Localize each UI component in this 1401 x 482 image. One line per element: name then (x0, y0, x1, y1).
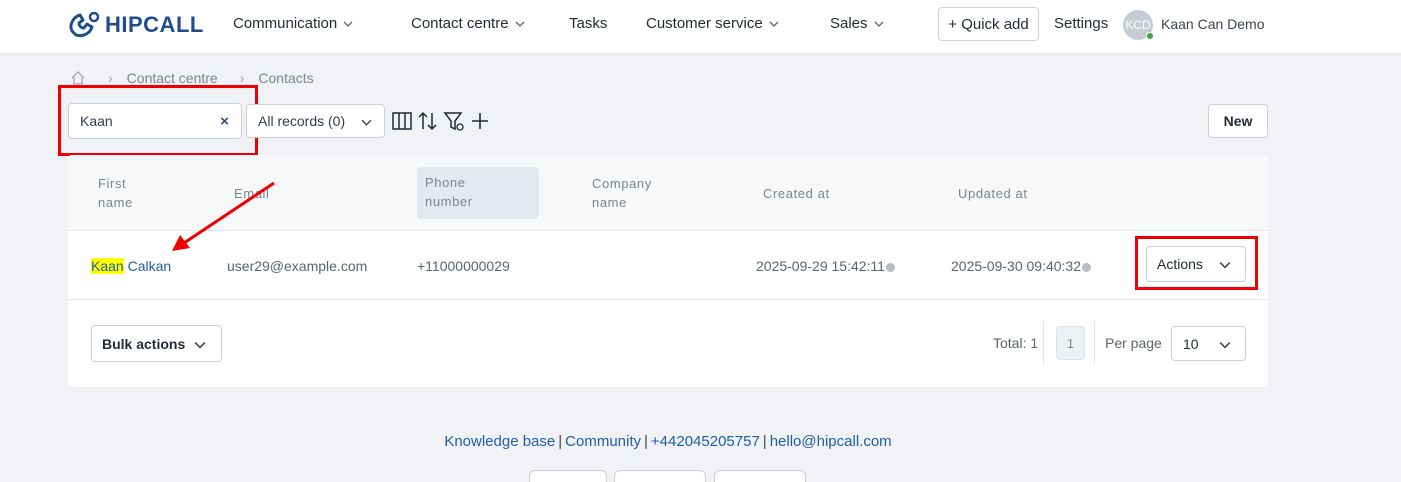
footer-links: Knowledge base | Community | +442045205757 | h… (0, 433, 1336, 450)
app-store-button[interactable] (529, 470, 607, 482)
quick-add-button[interactable]: + Quick add (938, 7, 1039, 41)
header-first-name[interactable]: First name (98, 174, 133, 212)
chevron-right-icon: › (108, 70, 113, 86)
annotation-highlight-box (58, 85, 258, 156)
chevron-down-icon (361, 119, 372, 126)
bulk-actions-button[interactable]: Bulk actions (91, 325, 222, 362)
online-status-indicator (1146, 32, 1154, 40)
nav-label: Contact centre (411, 15, 509, 32)
nav-label: Customer service (646, 15, 763, 32)
settings-link[interactable]: Settings (1054, 15, 1108, 32)
columns-icon[interactable] (391, 110, 413, 132)
search-match-highlight: Kaan (91, 258, 124, 274)
updated-at-cell: 2025-09-30 09:40:32 (951, 258, 1091, 274)
breadcrumb: › Contact centre › Contacts (70, 70, 314, 86)
table-header: First name Email Phone number Company na… (68, 155, 1268, 231)
header-updated-at[interactable]: Updated at (958, 184, 1028, 203)
email-cell: user29@example.com (227, 258, 368, 274)
header-line: number (425, 194, 473, 209)
header-line: First (98, 176, 127, 191)
first-name-cell[interactable]: Kaan Calkan (91, 258, 171, 274)
info-icon[interactable] (885, 262, 895, 272)
nav-communication[interactable]: Communication (233, 15, 353, 32)
chevron-down-icon (343, 21, 353, 27)
per-page-select[interactable]: 10 (1171, 326, 1246, 361)
footer-separator: | (558, 433, 563, 450)
nav-label: Sales (830, 15, 868, 32)
user-name[interactable]: Kaan Can Demo (1161, 16, 1265, 32)
chevron-down-icon (874, 21, 883, 27)
breadcrumb-contacts: Contacts (258, 70, 314, 86)
header-line: Phone (425, 175, 466, 190)
contact-name-link[interactable]: Calkan (124, 258, 172, 274)
add-icon[interactable] (469, 110, 491, 132)
home-icon[interactable] (70, 70, 86, 86)
header-line: name (98, 195, 133, 210)
sort-icon[interactable] (417, 110, 439, 132)
phone-cell: +11000000029 (417, 258, 510, 274)
web-app-button[interactable] (714, 470, 806, 482)
nav-tasks[interactable]: Tasks (569, 15, 607, 32)
logo-text: HIPCALL (105, 12, 204, 37)
header-line: name (592, 195, 627, 210)
chevron-down-icon (769, 21, 779, 27)
header-company-name[interactable]: Company name (592, 174, 652, 212)
header-phone-number[interactable]: Phone number (417, 167, 539, 219)
divider (1094, 321, 1095, 365)
nav-customer-service[interactable]: Customer service (646, 15, 779, 32)
filter-settings-icon[interactable] (443, 110, 465, 132)
created-at-cell: 2025-09-29 15:42:11 (756, 258, 895, 274)
breadcrumb-contact-centre[interactable]: Contact centre (127, 70, 218, 86)
footer-separator: | (762, 433, 767, 450)
updated-at-value: 2025-09-30 09:40:32 (951, 258, 1081, 274)
nav-sales[interactable]: Sales (830, 15, 884, 32)
total-count: Total: 1 (993, 335, 1039, 351)
footer-community-link[interactable]: Community (565, 433, 641, 450)
new-button[interactable]: New (1208, 104, 1268, 138)
annotation-highlight-box (1135, 236, 1258, 290)
header-line: Company (592, 176, 652, 191)
per-page-value: 10 (1183, 335, 1199, 352)
nav-label: Communication (233, 15, 338, 32)
records-filter-select[interactable]: All records (0) (246, 104, 385, 138)
nav-label: Tasks (569, 15, 608, 32)
header-created-at[interactable]: Created at (763, 184, 830, 203)
chevron-down-icon (1219, 342, 1231, 349)
google-play-button[interactable] (614, 470, 706, 482)
per-page-label: Per page (1105, 335, 1162, 351)
phone-logo-icon (69, 11, 100, 38)
info-icon[interactable] (1082, 262, 1091, 272)
top-navigation: HIPCALL Communication Contact centre Tas… (0, 0, 1401, 54)
footer-separator: | (644, 433, 648, 450)
header-email[interactable]: Email (234, 184, 270, 203)
pagination-page-button[interactable]: 1 (1056, 326, 1085, 360)
chevron-down-icon (194, 342, 206, 349)
footer-phone-link[interactable]: +442045205757 (651, 433, 760, 450)
contacts-table-card: First name Email Phone number Company na… (68, 155, 1268, 387)
nav-contact-centre[interactable]: Contact centre (411, 15, 525, 32)
divider (1043, 321, 1044, 365)
chevron-right-icon: › (239, 70, 245, 86)
created-at-value: 2025-09-29 15:42:11 (756, 258, 885, 274)
table-row: Kaan Calkan user29@example.com +11000000… (68, 231, 1268, 300)
chevron-down-icon (515, 21, 525, 27)
footer-knowledge-base-link[interactable]: Knowledge base (444, 433, 555, 450)
records-filter-value: All records (0) (258, 113, 346, 129)
bulk-actions-label: Bulk actions (102, 335, 186, 352)
logo[interactable]: HIPCALL (67, 10, 204, 40)
footer-email-link[interactable]: hello@hipcall.com (770, 433, 892, 450)
